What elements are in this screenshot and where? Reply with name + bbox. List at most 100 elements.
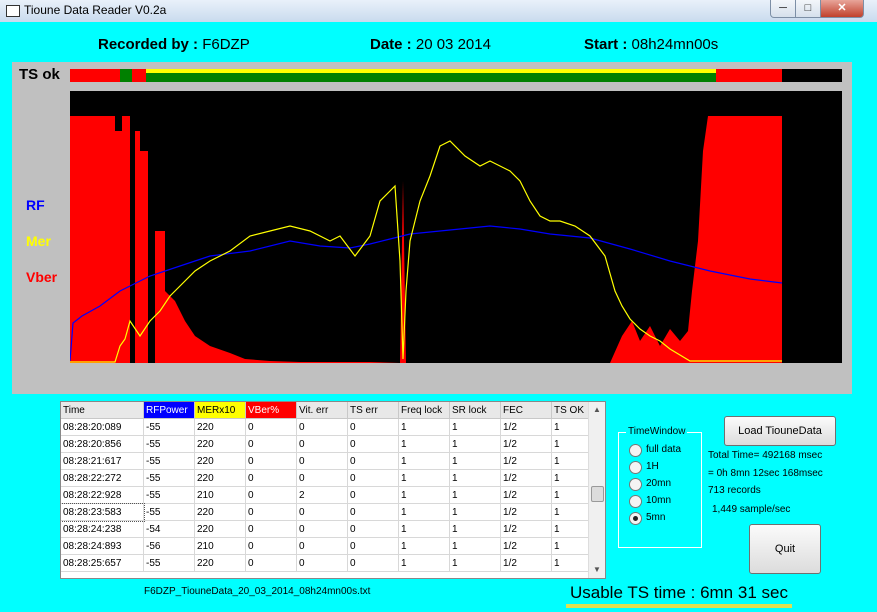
table-row[interactable]: 08:28:25:657 -55 220 0 0 0 1 1 1/2 1 <box>61 554 601 572</box>
table-cell[interactable]: 08:28:21:617 <box>61 452 144 470</box>
table-cell[interactable]: 08:28:23:583 <box>61 502 145 522</box>
table-cell[interactable]: 210 <box>194 486 246 504</box>
radio-button-icon[interactable] <box>629 478 642 491</box>
table-cell[interactable]: -55 <box>143 435 195 453</box>
table-cell[interactable]: 0 <box>245 554 297 572</box>
table-cell[interactable]: 0 <box>245 520 297 538</box>
table-cell[interactable]: 08:28:20:089 <box>61 418 144 436</box>
table-cell[interactable]: 1 <box>398 554 450 572</box>
table-cell[interactable]: 1 <box>398 537 450 555</box>
table-cell[interactable]: 1 <box>398 503 450 521</box>
table-cell[interactable]: 08:28:25:657 <box>61 554 144 572</box>
column-header[interactable]: RFPower <box>143 402 195 419</box>
radio-button-icon[interactable] <box>629 461 642 474</box>
table-cell[interactable]: 0 <box>296 537 348 555</box>
table-cell[interactable]: 1/2 <box>500 435 552 453</box>
data-table-container[interactable]: Time RFPower MERx10 VBer% Vit. err TS err Freq… <box>60 401 606 579</box>
table-cell[interactable]: 0 <box>245 486 297 504</box>
table-cell[interactable]: 0 <box>347 503 399 521</box>
table-cell[interactable]: 1 <box>449 452 501 470</box>
table-cell[interactable]: -55 <box>143 503 195 521</box>
table-row[interactable]: 08:28:22:272 -55 220 0 0 0 1 1 1/2 1 <box>61 469 601 487</box>
table-cell[interactable]: 08:28:24:238 <box>61 520 144 538</box>
table-cell[interactable]: 0 <box>296 418 348 436</box>
table-cell[interactable]: 220 <box>194 452 246 470</box>
scroll-thumb[interactable] <box>591 486 604 502</box>
table-cell[interactable]: 0 <box>347 486 399 504</box>
table-cell[interactable]: 1 <box>449 486 501 504</box>
table-cell[interactable]: 210 <box>194 537 246 555</box>
table-cell[interactable]: 0 <box>245 503 297 521</box>
column-header[interactable]: SR lock <box>449 402 501 419</box>
table-cell[interactable]: 1/2 <box>500 452 552 470</box>
table-cell[interactable]: 1 <box>398 452 450 470</box>
table-row[interactable]: 08:28:24:238 -54 220 0 0 0 1 1 1/2 1 <box>61 520 601 538</box>
table-cell[interactable]: 0 <box>296 469 348 487</box>
table-cell[interactable]: 0 <box>347 537 399 555</box>
table-cell[interactable]: -55 <box>143 418 195 436</box>
table-cell[interactable]: 0 <box>347 418 399 436</box>
table-cell[interactable]: 1 <box>398 435 450 453</box>
table-row[interactable]: 08:28:21:617 -55 220 0 0 0 1 1 1/2 1 <box>61 452 601 470</box>
table-cell[interactable]: 1 <box>449 418 501 436</box>
table-cell[interactable]: 2 <box>296 486 348 504</box>
column-header[interactable]: MERx10 <box>194 402 246 419</box>
table-cell[interactable]: 220 <box>194 520 246 538</box>
maximize-button[interactable]: □ <box>795 0 821 18</box>
table-cell[interactable]: 220 <box>194 469 246 487</box>
table-cell[interactable]: 0 <box>347 469 399 487</box>
table-cell[interactable]: 1/2 <box>500 554 552 572</box>
table-cell[interactable]: 0 <box>245 435 297 453</box>
table-cell[interactable]: 1 <box>398 486 450 504</box>
column-header[interactable]: TS err <box>347 402 399 419</box>
column-header[interactable]: VBer% <box>245 402 297 419</box>
table-cell[interactable]: -55 <box>143 486 195 504</box>
table-cell[interactable]: -55 <box>143 452 195 470</box>
table-cell[interactable]: 1 <box>449 503 501 521</box>
table-cell[interactable]: 0 <box>347 520 399 538</box>
table-cell[interactable]: 1 <box>398 418 450 436</box>
table-cell[interactable]: 1 <box>398 469 450 487</box>
table-cell[interactable]: 1 <box>449 554 501 572</box>
column-header[interactable]: Vit. err <box>296 402 348 419</box>
table-cell[interactable]: 1/2 <box>500 520 552 538</box>
table-cell[interactable]: 0 <box>347 435 399 453</box>
table-cell[interactable]: 220 <box>194 503 246 521</box>
table-cell[interactable]: 1/2 <box>500 418 552 436</box>
table-cell[interactable]: 0 <box>296 520 348 538</box>
table-cell[interactable]: 08:28:20:856 <box>61 435 144 453</box>
table-cell[interactable]: 08:28:22:272 <box>61 469 144 487</box>
table-cell[interactable]: 0 <box>245 537 297 555</box>
scroll-down-icon[interactable]: ▼ <box>589 562 605 578</box>
table-cell[interactable]: 1/2 <box>500 469 552 487</box>
quit-button[interactable]: Quit <box>749 524 821 574</box>
table-cell[interactable]: 1 <box>449 537 501 555</box>
scroll-up-icon[interactable]: ▲ <box>589 402 605 418</box>
table-row[interactable]: 08:28:22:928 -55 210 0 2 0 1 1 1/2 1 <box>61 486 601 504</box>
table-cell[interactable]: 0 <box>347 554 399 572</box>
table-cell[interactable]: 0 <box>245 469 297 487</box>
column-header[interactable]: Time <box>61 402 144 419</box>
table-cell[interactable]: 0 <box>245 452 297 470</box>
table-row[interactable]: 08:28:20:089 -55 220 0 0 0 1 1 1/2 1 <box>61 418 601 436</box>
column-header[interactable]: FEC <box>500 402 552 419</box>
table-row[interactable]: 08:28:20:856 -55 220 0 0 0 1 1 1/2 1 <box>61 435 601 453</box>
table-cell[interactable]: 1 <box>449 520 501 538</box>
table-cell[interactable]: 0 <box>347 452 399 470</box>
load-data-button[interactable]: Load TiouneData <box>724 416 836 446</box>
table-cell[interactable]: 220 <box>194 554 246 572</box>
table-cell[interactable]: 1/2 <box>500 537 552 555</box>
table-cell[interactable]: 0 <box>296 435 348 453</box>
table-cell[interactable]: -55 <box>143 554 195 572</box>
table-cell[interactable]: -56 <box>143 537 195 555</box>
table-cell[interactable]: 1 <box>398 520 450 538</box>
table-row[interactable]: 08:28:23:583 -55 220 0 0 0 1 1 1/2 1 <box>61 502 601 522</box>
table-cell[interactable]: 1/2 <box>500 503 552 521</box>
minimize-button[interactable]: ─ <box>770 0 796 18</box>
table-cell[interactable]: -55 <box>143 469 195 487</box>
radio-button-icon[interactable] <box>629 495 642 508</box>
table-cell[interactable]: 1/2 <box>500 486 552 504</box>
radio-button-icon[interactable] <box>629 444 642 457</box>
table-scrollbar[interactable]: ▲ ▼ <box>588 402 605 578</box>
close-button[interactable]: ✕ <box>820 0 864 18</box>
